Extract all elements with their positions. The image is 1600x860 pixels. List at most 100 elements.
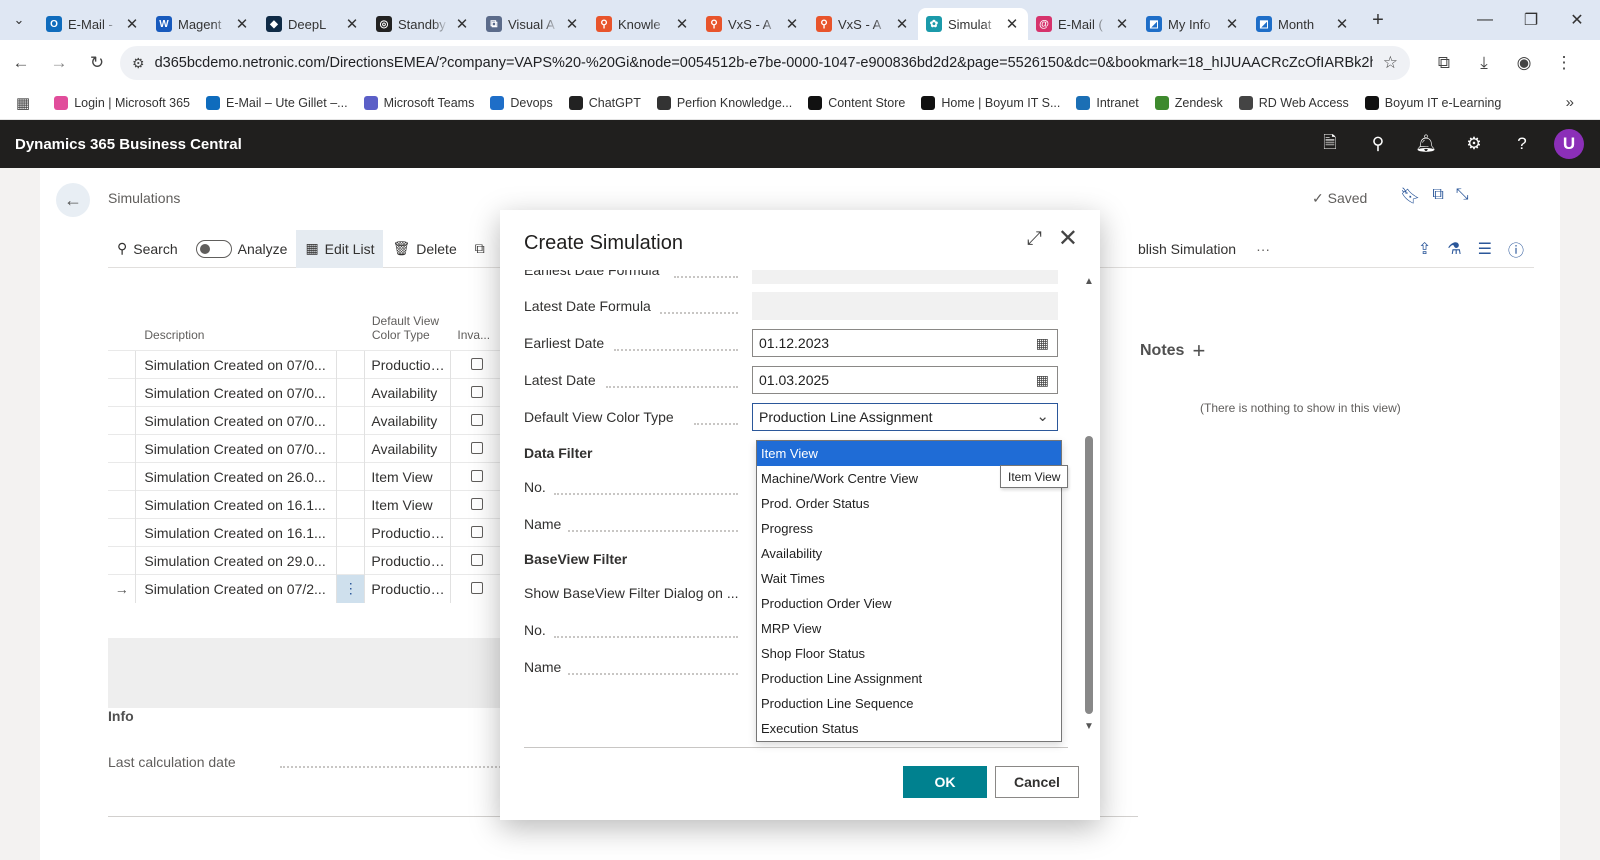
site-settings-icon[interactable]: ⚙: [132, 55, 145, 72]
tab-close-icon[interactable]: ✕: [1004, 15, 1020, 33]
earliest-date-input[interactable]: 01.12.2023 ▦: [752, 329, 1058, 357]
row-indicator[interactable]: [108, 350, 137, 379]
row-actions-icon[interactable]: [337, 350, 366, 379]
tab-close-icon[interactable]: ✕: [1334, 15, 1350, 33]
search-button[interactable]: ⚲ Search: [108, 230, 187, 268]
tab-close-icon[interactable]: ✕: [344, 15, 360, 33]
collapse-icon[interactable]: ⤡: [1456, 186, 1469, 206]
dropdown-option[interactable]: Production Line Sequence: [757, 691, 1061, 716]
description-cell[interactable]: Simulation Created on 07/0...: [136, 350, 338, 379]
downloads-icon[interactable]: ⤓: [1464, 53, 1504, 73]
description-cell[interactable]: Simulation Created on 29.0...: [136, 546, 338, 575]
invalid-checkbox[interactable]: [470, 525, 483, 538]
tab-search-chevron-icon[interactable]: ⌄: [0, 0, 38, 40]
bookmark-star-icon[interactable]: ☆: [1383, 53, 1398, 73]
color-type-cell[interactable]: Availability: [365, 434, 451, 463]
table-row[interactable]: → Simulation Created on 07/2... ⋮ Productio…: [108, 574, 518, 603]
open-new-window-icon[interactable]: ⧉: [1432, 186, 1443, 206]
description-cell[interactable]: Simulation Created on 16.1...: [136, 518, 338, 547]
restore-icon[interactable]: ❐: [1508, 0, 1554, 40]
row-actions-icon[interactable]: [337, 406, 366, 435]
row-indicator[interactable]: [108, 546, 137, 575]
dropdown-option[interactable]: Production Line Assignment: [757, 666, 1061, 691]
table-row[interactable]: Simulation Created on 29.0... Production.…: [108, 546, 518, 575]
tab-close-icon[interactable]: ✕: [894, 15, 910, 33]
description-cell[interactable]: Simulation Created on 07/2...: [136, 574, 338, 603]
calendar-icon[interactable]: ▦: [1036, 372, 1049, 389]
dropdown-option[interactable]: Production Order View: [757, 591, 1061, 616]
row-indicator[interactable]: [108, 406, 137, 435]
dropdown-option[interactable]: Availability: [757, 541, 1061, 566]
add-note-icon[interactable]: +: [1192, 338, 1205, 364]
row-actions-icon[interactable]: [337, 378, 366, 407]
back-arrow-icon[interactable]: ←: [4, 53, 38, 73]
invalid-checkbox[interactable]: [470, 553, 483, 566]
bookmark-item[interactable]: Boyum IT e-Learning: [1357, 95, 1510, 110]
description-cell[interactable]: Simulation Created on 07/0...: [136, 378, 338, 407]
color-type-cell[interactable]: Item View: [365, 462, 451, 491]
scroll-up-icon[interactable]: ▲: [1084, 276, 1094, 287]
dropdown-option[interactable]: Shop Floor Status: [757, 641, 1061, 666]
bookmark-item[interactable]: Home | Boyum IT S...: [913, 95, 1068, 110]
row-actions-icon[interactable]: [337, 434, 366, 463]
document-icon[interactable]: 🗎: [1306, 130, 1354, 159]
color-type-cell[interactable]: Item View: [365, 490, 451, 519]
browser-tab[interactable]: W Magent ✕: [148, 8, 258, 40]
publish-simulation-button[interactable]: blish Simulation: [1138, 241, 1236, 257]
info-header[interactable]: Info: [108, 708, 134, 724]
baseview-filter-header[interactable]: BaseView Filter: [524, 551, 627, 567]
table-row[interactable]: Simulation Created on 07/0... Availabilit…: [108, 406, 518, 435]
expand-icon[interactable]: ⤢: [1027, 228, 1042, 250]
column-description[interactable]: Description: [136, 328, 366, 342]
bookmark-item[interactable]: Zendesk: [1147, 95, 1231, 110]
scroll-down-icon[interactable]: ▼: [1084, 721, 1094, 732]
bookmark-item[interactable]: Devops: [482, 95, 560, 110]
info-icon[interactable]: ⓘ: [1508, 237, 1524, 261]
row-indicator[interactable]: [108, 462, 137, 491]
tab-close-icon[interactable]: ✕: [124, 15, 140, 33]
app-brand[interactable]: Dynamics 365 Business Central: [15, 136, 242, 153]
bookmark-icon[interactable]: 🔖︎: [1400, 186, 1420, 206]
row-indicator[interactable]: [108, 378, 137, 407]
browser-tab[interactable]: ⧉ Visual A ✕: [478, 8, 588, 40]
description-cell[interactable]: Simulation Created on 07/0...: [136, 434, 338, 463]
table-row[interactable]: Simulation Created on 07/0... Availabilit…: [108, 378, 518, 407]
bookmark-item[interactable]: RD Web Access: [1231, 95, 1357, 110]
extensions-icon[interactable]: ⧉: [1424, 53, 1464, 73]
color-type-cell[interactable]: Availability: [365, 378, 451, 407]
delete-button[interactable]: 🗑︎ Delete: [383, 230, 465, 268]
more-actions-icon[interactable]: ⧉: [466, 230, 494, 268]
browser-tab[interactable]: ⚲ VxS - A ✕: [698, 8, 808, 40]
url-input[interactable]: ⚙ d365bcdemo.netronic.com/DirectionsEMEA…: [120, 46, 1410, 80]
analyze-toggle[interactable]: Analyze: [187, 230, 297, 268]
dropdown-option[interactable]: MRP View: [757, 616, 1061, 641]
browser-tab[interactable]: ⚲ Knowle ✕: [588, 8, 698, 40]
dropdown-option[interactable]: Item View: [757, 441, 1061, 466]
row-actions-icon[interactable]: [337, 518, 366, 547]
edit-list-button[interactable]: ▦ Edit List: [296, 229, 384, 268]
invalid-checkbox[interactable]: [470, 469, 483, 482]
help-icon[interactable]: ?: [1498, 134, 1546, 154]
browser-tab[interactable]: ✿ Simulat ✕: [918, 8, 1028, 40]
invalid-checkbox[interactable]: [470, 357, 483, 370]
browser-tab[interactable]: ◩ My Info ✕: [1138, 8, 1248, 40]
latest-date-input[interactable]: 01.03.2025 ▦: [752, 366, 1058, 394]
bookmark-item[interactable]: Intranet: [1068, 95, 1146, 110]
table-row[interactable]: Simulation Created on 07/0... Availabilit…: [108, 434, 518, 463]
forward-arrow-icon[interactable]: →: [42, 53, 76, 73]
color-type-cell[interactable]: Production...: [365, 574, 451, 603]
table-row[interactable]: Simulation Created on 16.1... Production.…: [108, 518, 518, 547]
bookmark-item[interactable]: ChatGPT: [561, 95, 649, 110]
row-indicator[interactable]: [108, 434, 137, 463]
row-actions-icon[interactable]: [337, 546, 366, 575]
tab-close-icon[interactable]: ✕: [234, 15, 250, 33]
bookmark-item[interactable]: Microsoft Teams: [356, 95, 483, 110]
description-cell[interactable]: Simulation Created on 07/0...: [136, 406, 338, 435]
apps-grid-icon[interactable]: ▦: [16, 94, 30, 112]
close-icon[interactable]: ✕: [1058, 224, 1078, 253]
color-type-cell[interactable]: Production...: [365, 518, 451, 547]
color-type-cell[interactable]: Production...: [365, 350, 451, 379]
dropdown-option[interactable]: Wait Times: [757, 566, 1061, 591]
minimize-icon[interactable]: —: [1462, 0, 1508, 40]
tab-close-icon[interactable]: ✕: [564, 15, 580, 33]
